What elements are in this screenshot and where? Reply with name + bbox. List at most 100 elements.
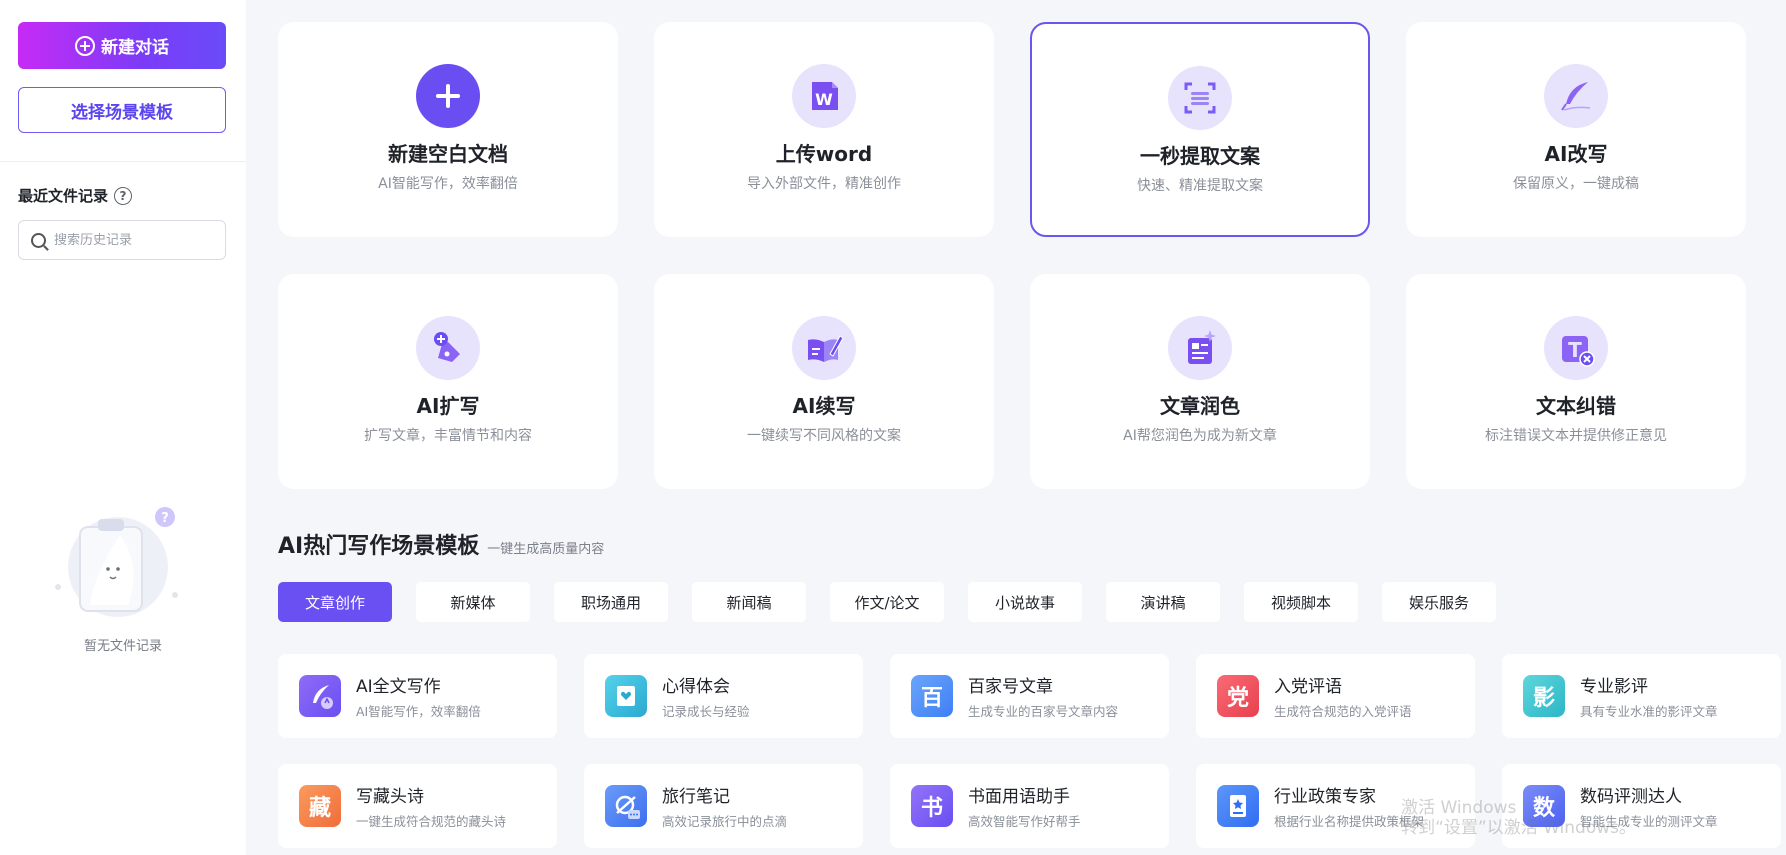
template-text: 百家号文章 生成专业的百家号文章内容: [968, 672, 1118, 720]
template-text: 入党评语 生成符合规范的入党评语: [1274, 672, 1412, 720]
category-tab-video-script[interactable]: 视频脚本: [1244, 582, 1358, 622]
tool-title: 文章润色: [1160, 394, 1240, 418]
category-tab-press[interactable]: 新闻稿: [692, 582, 806, 622]
tool-title: AI扩写: [416, 394, 480, 418]
template-title: 心得体会: [662, 677, 730, 697]
watermark-line-2: 转到“设置”以激活 Windows。: [1401, 818, 1636, 839]
category-tab-entertainment[interactable]: 娱乐服务: [1382, 582, 1496, 622]
tool-title: AI改写: [1544, 142, 1608, 166]
tool-card-ai-expand[interactable]: AI扩写 扩写文章，丰富情节和内容: [278, 274, 618, 489]
tool-title: 文本纠错: [1536, 394, 1616, 418]
template-card[interactable]: 旅行笔记 高效记录旅行中的点滴: [584, 764, 863, 848]
tool-card-ai-rewrite[interactable]: AI改写 保留原义，一键成稿: [1406, 22, 1746, 237]
tool-card-blank-doc[interactable]: 新建空白文档 AI智能写作，效率翻倍: [278, 22, 618, 237]
text-correct-icon: T: [1544, 316, 1608, 380]
history-search-input[interactable]: [54, 232, 204, 248]
svg-text:W: W: [815, 90, 833, 109]
baijia-icon: 百: [911, 675, 953, 717]
template-card[interactable]: 党 入党评语 生成符合规范的入党评语: [1196, 654, 1475, 738]
template-title: 写藏头诗: [356, 787, 424, 807]
tool-subtitle: 标注错误文本并提供修正意见: [1485, 428, 1667, 444]
template-text: 专业影评 具有专业水准的影评文章: [1580, 672, 1718, 720]
tool-card-correct[interactable]: T 文本纠错 标注错误文本并提供修正意见: [1406, 274, 1746, 489]
template-card[interactable]: 影 专业影评 具有专业水准的影评文章: [1502, 654, 1781, 738]
tool-subtitle: 导入外部文件，精准创作: [747, 176, 901, 192]
recent-files-header: 最近文件记录 ?: [18, 185, 133, 206]
template-text: 旅行笔记 高效记录旅行中的点滴: [662, 782, 787, 830]
section-header: AI热门写作场景模板 一键生成高质量内容: [278, 528, 604, 560]
template-desc: AI智能写作，效率翻倍: [356, 704, 481, 719]
svg-text:?: ?: [161, 511, 169, 526]
category-tab-essay[interactable]: 作文/论文: [830, 582, 944, 622]
tool-subtitle: 一键续写不同风格的文案: [747, 428, 901, 444]
history-search-box[interactable]: [18, 220, 226, 260]
template-text: 写藏头诗 一键生成符合规范的藏头诗: [356, 782, 506, 830]
template-desc: 记录成长与经验: [662, 704, 750, 719]
template-title: AI全文写作: [356, 677, 441, 697]
party-icon: 党: [1217, 675, 1259, 717]
template-text: 书面用语助手 高效智能写作好帮手: [968, 782, 1081, 830]
template-card[interactable]: 藏 写藏头诗 一键生成符合规范的藏头诗: [278, 764, 557, 848]
template-desc: 一键生成符合规范的藏头诗: [356, 814, 507, 829]
template-title: 专业影评: [1580, 677, 1648, 697]
template-title: 书面用语助手: [968, 787, 1070, 807]
help-icon[interactable]: ?: [114, 186, 133, 205]
template-text: AI全文写作 AI智能写作，效率翻倍: [356, 672, 481, 720]
template-title: 百家号文章: [968, 677, 1053, 697]
template-card[interactable]: 百 百家号文章 生成专业的百家号文章内容: [890, 654, 1169, 738]
tool-card-upload-word[interactable]: W 上传word 导入外部文件，精准创作: [654, 22, 994, 237]
template-desc: 具有专业水准的影评文章: [1580, 704, 1718, 719]
sidebar-divider: [0, 161, 246, 162]
template-card[interactable]: 心得体会 记录成长与经验: [584, 654, 863, 738]
category-tab-workplace[interactable]: 职场通用: [554, 582, 668, 622]
ai-quill-icon: [299, 675, 341, 717]
new-chat-label: 新建对话: [101, 38, 169, 58]
section-title: AI热门写作场景模板: [278, 534, 480, 559]
template-title: 旅行笔记: [662, 787, 730, 807]
document-sparkle-icon: [1168, 316, 1232, 380]
tool-card-extract-text[interactable]: 一秒提取文案 快速、精准提取文案: [1030, 22, 1370, 237]
template-title: 入党评语: [1274, 677, 1342, 697]
template-text: 心得体会 记录成长与经验: [662, 672, 750, 720]
quill-icon: [1544, 64, 1608, 128]
word-file-icon: W: [792, 64, 856, 128]
book-icon: 书: [911, 785, 953, 827]
select-template-button[interactable]: 选择场景模板: [18, 87, 226, 133]
template-card[interactable]: AI全文写作 AI智能写作，效率翻倍: [278, 654, 557, 738]
watermark-line-1: 激活 Windows: [1401, 798, 1517, 818]
template-desc: 高效记录旅行中的点滴: [662, 814, 788, 829]
template-desc: 高效智能写作好帮手: [968, 814, 1081, 829]
new-chat-button[interactable]: 新建对话: [18, 22, 226, 69]
plus-circle-icon: [75, 35, 95, 56]
main-content: 新建空白文档 AI智能写作，效率翻倍 W 上传word 导入外部文件，精准创作 …: [246, 0, 1786, 855]
plus-icon: [416, 64, 480, 128]
recent-files-title: 最近文件记录: [18, 187, 109, 205]
sidebar: 新建对话 选择场景模板 最近文件记录 ? ? 暂无文件记录: [0, 0, 246, 855]
poem-icon: 藏: [299, 785, 341, 827]
tool-title: 上传word: [775, 142, 873, 166]
tool-card-polish[interactable]: 文章润色 AI帮您润色为成为新文章: [1030, 274, 1370, 489]
template-card[interactable]: 书 书面用语助手 高效智能写作好帮手: [890, 764, 1169, 848]
search-icon: [31, 232, 46, 248]
template-desc: 生成专业的百家号文章内容: [968, 704, 1119, 719]
heart-book-icon: [605, 675, 647, 717]
tool-subtitle: 保留原义，一键成稿: [1513, 176, 1639, 192]
tool-title: AI续写: [792, 394, 856, 418]
scan-text-icon: [1168, 66, 1232, 130]
empty-records-text: 暂无文件记录: [83, 639, 162, 654]
category-tab-article[interactable]: 文章创作: [278, 582, 392, 622]
windows-activation-watermark: 激活 Windows 转到“设置”以激活 Windows。: [1401, 798, 1636, 839]
section-subtitle: 一键生成高质量内容: [487, 542, 605, 557]
travel-icon: [605, 785, 647, 827]
select-template-label: 选择场景模板: [71, 102, 173, 123]
empty-clipboard-icon: ?: [55, 507, 178, 617]
category-tab-novel[interactable]: 小说故事: [968, 582, 1082, 622]
tool-subtitle: AI智能写作，效率翻倍: [378, 176, 518, 192]
policy-icon: [1217, 785, 1259, 827]
tool-subtitle: 扩写文章，丰富情节和内容: [364, 428, 532, 444]
tool-card-ai-continue[interactable]: AI续写 一键续写不同风格的文案: [654, 274, 994, 489]
pen-plus-icon: [416, 316, 480, 380]
book-pen-icon: [792, 316, 856, 380]
category-tab-speech[interactable]: 演讲稿: [1106, 582, 1220, 622]
category-tab-new-media[interactable]: 新媒体: [416, 582, 530, 622]
